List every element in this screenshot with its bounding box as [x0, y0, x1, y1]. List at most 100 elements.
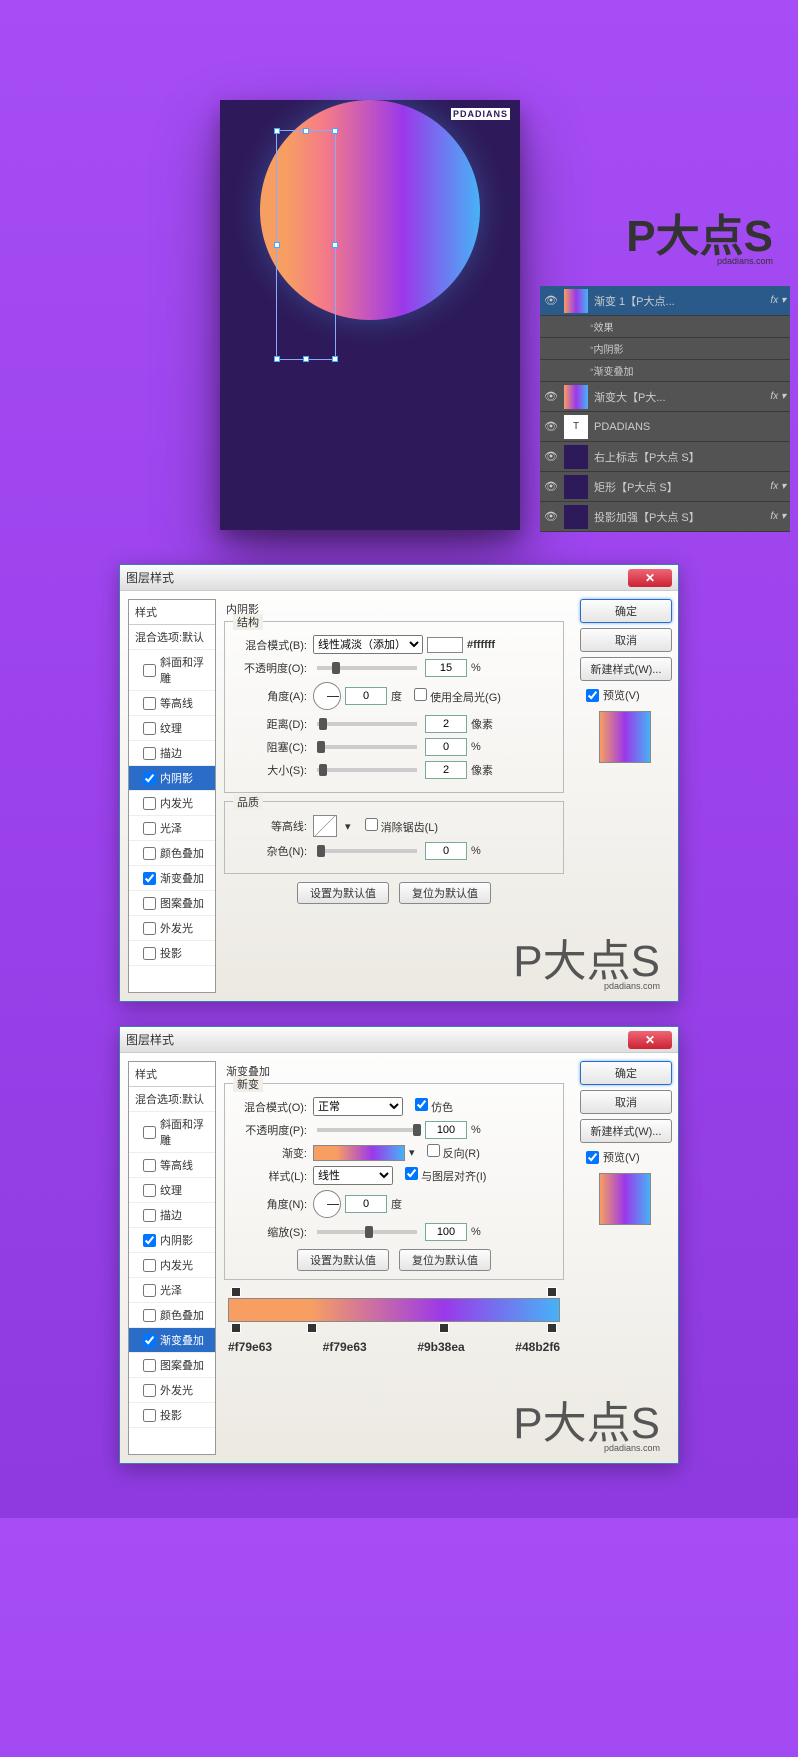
- close-button[interactable]: ✕: [628, 1031, 672, 1049]
- new-style-button[interactable]: 新建样式(W)...: [580, 657, 672, 681]
- style-checkbox[interactable]: [143, 897, 156, 910]
- style-item[interactable]: 纹理: [129, 716, 215, 741]
- antialias-checkbox[interactable]: 消除锯齿(L): [365, 818, 439, 835]
- style-item[interactable]: 外发光: [129, 1378, 215, 1403]
- handle-icon[interactable]: [303, 356, 309, 362]
- noise-slider[interactable]: [317, 849, 417, 853]
- visibility-eye-icon[interactable]: 👁: [544, 420, 558, 434]
- style-checkbox[interactable]: [143, 1334, 156, 1347]
- fx-badge[interactable]: fx ▾: [770, 481, 786, 492]
- style-checkbox[interactable]: [143, 872, 156, 885]
- style-item[interactable]: 内发光: [129, 791, 215, 816]
- opacity-input[interactable]: [425, 1121, 467, 1139]
- style-checkbox[interactable]: [143, 797, 156, 810]
- color-stop-icon[interactable]: [547, 1323, 557, 1333]
- style-item[interactable]: 光泽: [129, 1278, 215, 1303]
- style-list[interactable]: 样式混合选项:默认斜面和浮雕等高线纹理描边内阴影内发光光泽颜色叠加渐变叠加图案叠…: [128, 599, 216, 993]
- handle-icon[interactable]: [274, 242, 280, 248]
- layer-row[interactable]: 👁矩形【P大点 S】fx ▾: [540, 472, 790, 502]
- cancel-button[interactable]: 取消: [580, 628, 672, 652]
- handle-icon[interactable]: [332, 242, 338, 248]
- color-stop-icon[interactable]: [307, 1323, 317, 1333]
- align-checkbox[interactable]: 与图层对齐(I): [405, 1167, 486, 1184]
- style-item[interactable]: 光泽: [129, 816, 215, 841]
- fx-badge[interactable]: fx ▾: [770, 511, 786, 522]
- style-item[interactable]: 内阴影: [129, 766, 215, 791]
- gradient-swatch[interactable]: [313, 1145, 405, 1161]
- style-checkbox[interactable]: [143, 664, 156, 677]
- contour-picker[interactable]: [313, 815, 337, 837]
- blend-mode-select[interactable]: 线性减淡（添加）: [313, 635, 423, 654]
- style-checkbox[interactable]: [143, 1409, 156, 1422]
- angle-dial[interactable]: [313, 1190, 341, 1218]
- visibility-eye-icon[interactable]: 👁: [544, 294, 558, 308]
- preview-checkbox[interactable]: 预览(V): [586, 687, 670, 703]
- blend-mode-select[interactable]: 正常: [313, 1097, 403, 1116]
- style-item[interactable]: 投影: [129, 941, 215, 966]
- style-checkbox[interactable]: [143, 847, 156, 860]
- style-checkbox[interactable]: [143, 1209, 156, 1222]
- style-item[interactable]: 内发光: [129, 1253, 215, 1278]
- style-item[interactable]: 渐变叠加: [129, 1328, 215, 1353]
- style-checkbox[interactable]: [143, 1284, 156, 1297]
- blend-options-item[interactable]: 混合选项:默认: [129, 625, 215, 650]
- angle-input[interactable]: [345, 1195, 387, 1213]
- layer-row[interactable]: 👁渐变大【P大...fx ▾: [540, 382, 790, 412]
- style-checkbox[interactable]: [143, 1234, 156, 1247]
- gradient-bar[interactable]: [228, 1298, 560, 1322]
- handle-icon[interactable]: [332, 128, 338, 134]
- style-item[interactable]: 颜色叠加: [129, 1303, 215, 1328]
- handle-icon[interactable]: [274, 356, 280, 362]
- style-item[interactable]: 图案叠加: [129, 1353, 215, 1378]
- opacity-stop-icon[interactable]: [231, 1287, 241, 1297]
- opacity-slider[interactable]: [317, 1128, 417, 1132]
- style-checkbox[interactable]: [143, 922, 156, 935]
- close-button[interactable]: ✕: [628, 569, 672, 587]
- layer-row[interactable]: 👁右上标志【P大点 S】: [540, 442, 790, 472]
- opacity-stop-icon[interactable]: [547, 1287, 557, 1297]
- global-light-checkbox[interactable]: 使用全局光(G): [414, 688, 501, 705]
- set-default-button[interactable]: 设置为默认值: [297, 882, 389, 904]
- style-checkbox[interactable]: [143, 1309, 156, 1322]
- size-slider[interactable]: [317, 768, 417, 772]
- style-item[interactable]: 颜色叠加: [129, 841, 215, 866]
- style-checkbox[interactable]: [143, 772, 156, 785]
- distance-input[interactable]: [425, 715, 467, 733]
- noise-input[interactable]: [425, 842, 467, 860]
- gradient-editor[interactable]: #f79e63 #f79e63 #9b38ea #48b2f6: [228, 1298, 560, 1354]
- style-checkbox[interactable]: [143, 1359, 156, 1372]
- style-item[interactable]: 渐变叠加: [129, 866, 215, 891]
- scale-slider[interactable]: [317, 1230, 417, 1234]
- style-checkbox[interactable]: [143, 722, 156, 735]
- layers-panel[interactable]: 👁渐变 1【P大点...fx ▾◦ 效果◦ 内阴影◦ 渐变叠加👁渐变大【P大..…: [540, 286, 790, 532]
- style-list[interactable]: 样式混合选项:默认斜面和浮雕等高线纹理描边内阴影内发光光泽颜色叠加渐变叠加图案叠…: [128, 1061, 216, 1455]
- visibility-eye-icon[interactable]: 👁: [544, 510, 558, 524]
- layer-row[interactable]: ◦ 效果: [540, 316, 790, 338]
- angle-dial[interactable]: [313, 682, 341, 710]
- distance-slider[interactable]: [317, 722, 417, 726]
- style-checkbox[interactable]: [143, 822, 156, 835]
- color-stop-icon[interactable]: [231, 1323, 241, 1333]
- blend-options-item[interactable]: 混合选项:默认: [129, 1087, 215, 1112]
- layer-row[interactable]: 👁TPDADIANS: [540, 412, 790, 442]
- style-checkbox[interactable]: [143, 747, 156, 760]
- reset-default-button[interactable]: 复位为默认值: [399, 1249, 491, 1271]
- choke-slider[interactable]: [317, 745, 417, 749]
- style-item[interactable]: 描边: [129, 1203, 215, 1228]
- style-checkbox[interactable]: [143, 1159, 156, 1172]
- reset-default-button[interactable]: 复位为默认值: [399, 882, 491, 904]
- style-item[interactable]: 投影: [129, 1403, 215, 1428]
- color-stop-icon[interactable]: [439, 1323, 449, 1333]
- fx-badge[interactable]: fx ▾: [770, 391, 786, 402]
- style-item[interactable]: 等高线: [129, 691, 215, 716]
- style-item[interactable]: 纹理: [129, 1178, 215, 1203]
- style-checkbox[interactable]: [143, 1184, 156, 1197]
- preview-checkbox[interactable]: 预览(V): [586, 1149, 670, 1165]
- style-item[interactable]: 图案叠加: [129, 891, 215, 916]
- style-item[interactable]: 斜面和浮雕: [129, 1112, 215, 1153]
- selection-bounds[interactable]: [276, 130, 336, 360]
- opacity-slider[interactable]: [317, 666, 417, 670]
- angle-input[interactable]: [345, 687, 387, 705]
- handle-icon[interactable]: [332, 356, 338, 362]
- dither-checkbox[interactable]: 仿色: [415, 1098, 453, 1115]
